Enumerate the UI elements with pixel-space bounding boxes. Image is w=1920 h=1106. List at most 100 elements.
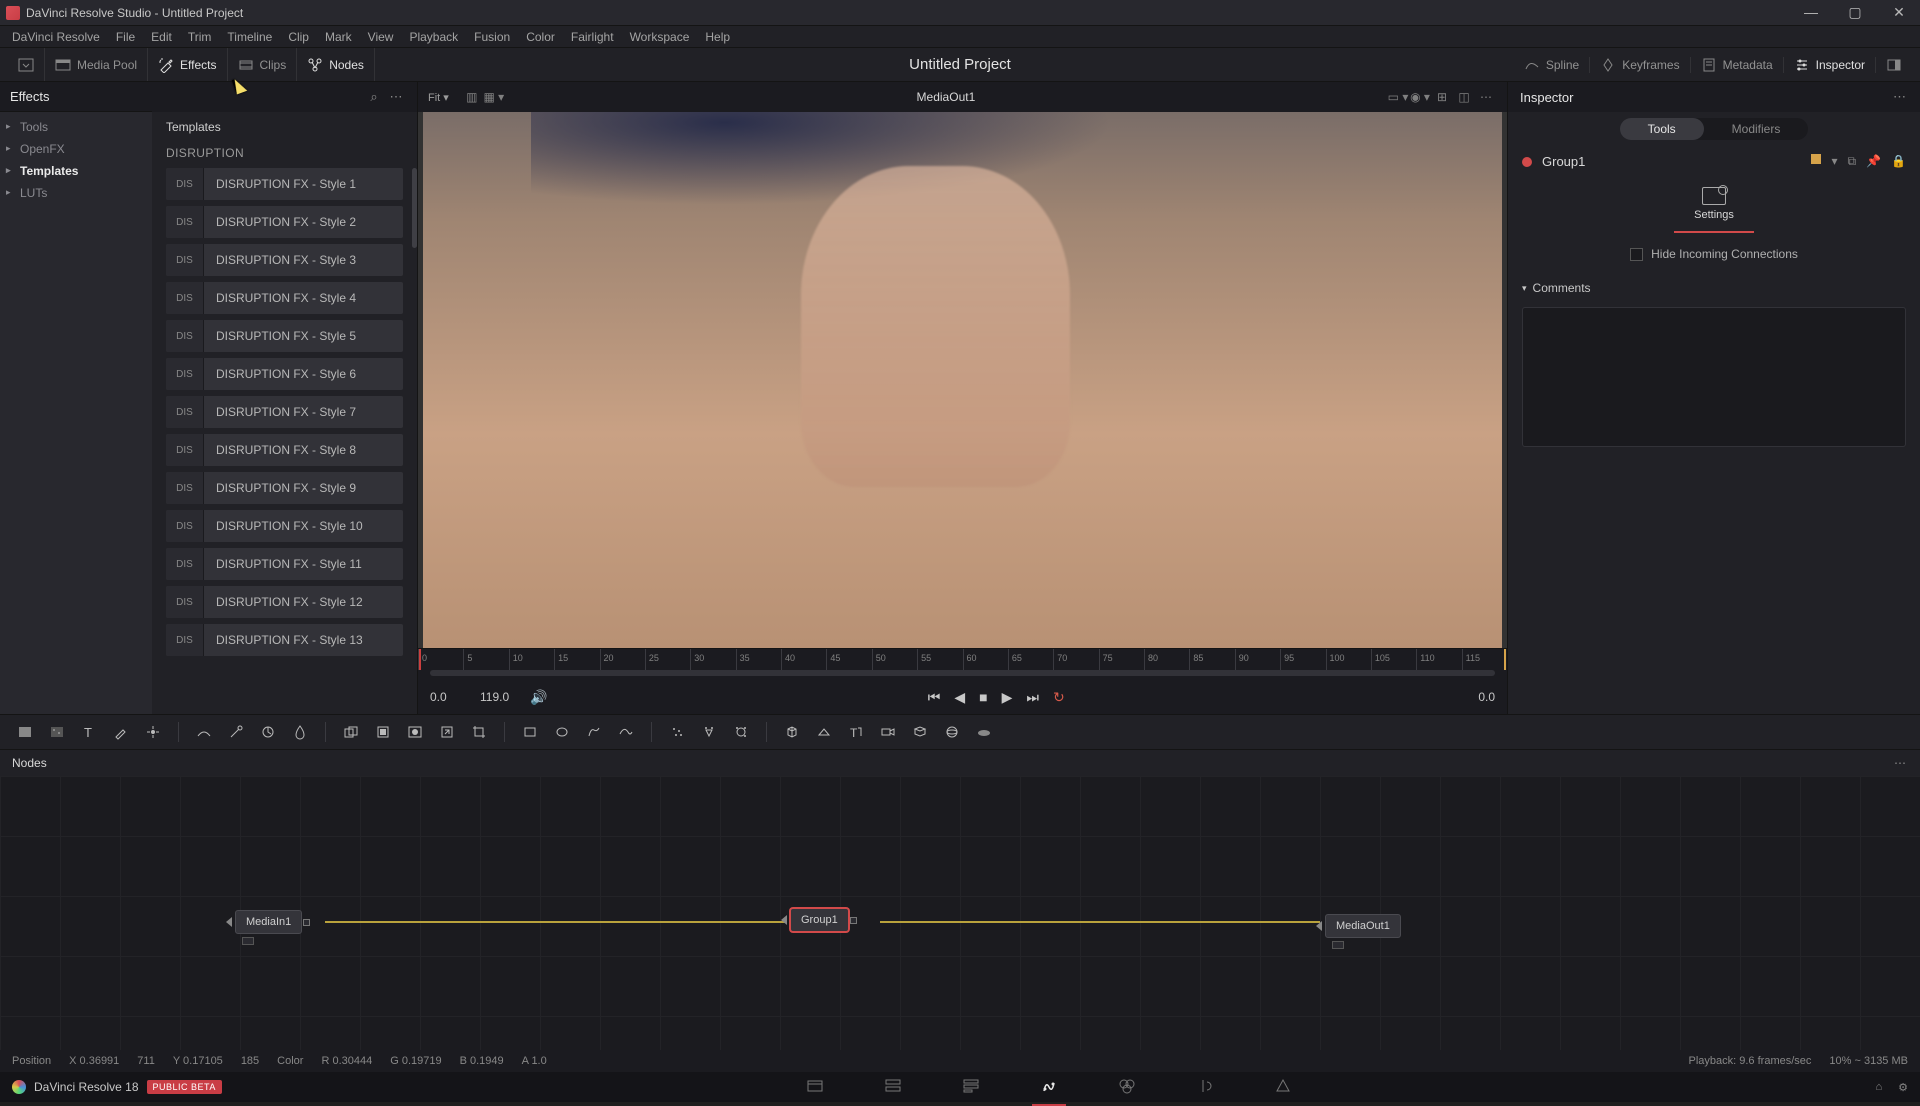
text-tool-icon[interactable]: T [78,721,100,743]
merge-tool-icon[interactable] [340,721,362,743]
viewer-image[interactable] [418,112,1507,648]
time-start[interactable]: 0.0 [430,690,480,704]
viewer-channel-icon[interactable]: ◉ ▾ [1409,90,1431,104]
renderer3d-tool-icon[interactable] [941,721,963,743]
viewer-layout2-icon[interactable]: ▦ ▾ [483,90,505,104]
viewer-split-icon[interactable]: ◫ [1453,90,1475,104]
menu-clip[interactable]: Clip [282,28,315,46]
hue-tool-icon[interactable] [257,721,279,743]
menu-trim[interactable]: Trim [182,28,218,46]
first-frame-button[interactable]: ⏮ [928,689,941,706]
clips-button[interactable]: Clips [238,57,287,73]
fx-item[interactable]: DISDISRUPTION FX - Style 2 [166,206,403,238]
ellipse-mask-icon[interactable] [551,721,573,743]
step-back-button[interactable]: ◀ [954,689,965,706]
nodes-options-icon[interactable]: ⋯ [1894,756,1908,770]
paint-tool-icon[interactable] [110,721,132,743]
resize-tool-icon[interactable] [436,721,458,743]
bspline-mask-icon[interactable] [615,721,637,743]
effects-button[interactable]: Effects [158,57,216,73]
menu-workspace[interactable]: Workspace [624,28,696,46]
menu-fairlight[interactable]: Fairlight [565,28,620,46]
minimize-button[interactable]: — [1796,4,1826,21]
tree-tools[interactable]: ▸Tools [0,116,152,138]
viewer-rect-icon[interactable]: ▭ ▾ [1387,90,1409,104]
node-group1[interactable]: Group1 [790,908,849,932]
keyframes-button[interactable]: Keyframes [1600,57,1679,73]
tracker-tool-icon[interactable] [142,721,164,743]
tab-modifiers[interactable]: Modifiers [1704,118,1809,140]
templates-tab[interactable]: Templates [152,112,417,138]
colorcorrector-tool-icon[interactable] [225,721,247,743]
time-ruler[interactable]: 0 5 10 15 20 25 30 35 40 45 50 55 60 65 … [418,648,1507,670]
lock-icon[interactable]: 🔒 [1891,154,1906,169]
last-frame-button[interactable]: ⏭ [1026,689,1039,706]
prender-tool-icon[interactable] [730,721,752,743]
menu-playback[interactable]: Playback [403,28,464,46]
fx-item[interactable]: DISDISRUPTION FX - Style 3 [166,244,403,276]
maximize-button[interactable]: ▢ [1840,4,1870,21]
rectangle-mask-icon[interactable] [519,721,541,743]
fx-item[interactable]: DISDISRUPTION FX - Style 13 [166,624,403,656]
fit-dropdown[interactable]: Fit ▾ [428,91,449,104]
tree-templates[interactable]: ▸Templates [0,160,152,182]
menu-mark[interactable]: Mark [319,28,358,46]
matte-tool-icon[interactable] [404,721,426,743]
fx-item[interactable]: DISDISRUPTION FX - Style 9 [166,472,403,504]
fx-item[interactable]: DISDISRUPTION FX - Style 4 [166,282,403,314]
metadata-button[interactable]: Metadata [1701,57,1773,73]
close-button[interactable]: ✕ [1884,4,1914,21]
keyframe-icon[interactable] [1811,154,1821,164]
audio-icon[interactable]: 🔊 [530,689,547,706]
selected-node-name[interactable]: Group1 [1542,154,1801,169]
inspector-button[interactable]: Inspector [1794,57,1865,73]
fx-item[interactable]: DISDISRUPTION FX - Style 10 [166,510,403,542]
comments-textarea[interactable] [1522,307,1906,447]
settings-gear-icon[interactable]: ⚙ [1898,1081,1908,1094]
menu-davinci[interactable]: DaVinci Resolve [6,28,106,46]
home-icon[interactable]: ⌂ [1875,1081,1882,1094]
imageplane3d-tool-icon[interactable] [813,721,835,743]
node-mediaout1[interactable]: MediaOut1 [1325,914,1401,938]
menu-edit[interactable]: Edit [145,28,178,46]
search-icon[interactable]: ⌕ [363,89,385,105]
menu-view[interactable]: View [362,28,400,46]
dropdown-icon[interactable] [18,57,34,73]
transform-tool-icon[interactable] [372,721,394,743]
crop-tool-icon[interactable] [468,721,490,743]
polygon-mask-icon[interactable] [583,721,605,743]
fx-item[interactable]: DISDISRUPTION FX - Style 8 [166,434,403,466]
shape3d-tool-icon[interactable] [781,721,803,743]
menu-timeline[interactable]: Timeline [221,28,278,46]
fx-item[interactable]: DISDISRUPTION FX - Style 11 [166,548,403,580]
fx-item[interactable]: DISDISRUPTION FX - Style 7 [166,396,403,428]
time-end[interactable]: 0.0 [1445,690,1495,704]
pemitter-tool-icon[interactable] [698,721,720,743]
play-button[interactable]: ▶ [1002,689,1013,706]
menu-fusion[interactable]: Fusion [468,28,516,46]
background-tool-icon[interactable] [14,721,36,743]
fx-item[interactable]: DISDISRUPTION FX - Style 1 [166,168,403,200]
viewer-more-icon[interactable]: ⋯ [1475,90,1497,104]
tree-luts[interactable]: ▸LUTs [0,182,152,204]
blur-tool-icon[interactable] [289,721,311,743]
viewer-layout-icon[interactable]: ▥ [461,90,483,104]
text3d-tool-icon[interactable]: T [845,721,867,743]
viewer-grid-icon[interactable]: ⊞ [1431,90,1453,104]
stop-button[interactable]: ■ [979,689,987,705]
light-tool-icon[interactable] [973,721,995,743]
node-graph[interactable]: MediaIn1 Group1 MediaOut1 [0,776,1920,1050]
camera3d-tool-icon[interactable] [877,721,899,743]
tree-openfx[interactable]: ▸OpenFX [0,138,152,160]
node-color-dot[interactable] [1522,157,1532,167]
menu-color[interactable]: Color [520,28,561,46]
fx-item[interactable]: DISDISRUPTION FX - Style 6 [166,358,403,390]
hide-incoming-checkbox[interactable] [1630,248,1643,261]
chevron-down-icon[interactable]: ▾ [1831,154,1837,169]
fx-item[interactable]: DISDISRUPTION FX - Style 12 [166,586,403,618]
inspector-options-icon[interactable]: ⋯ [1893,89,1908,105]
fastnoise-tool-icon[interactable] [46,721,68,743]
version-icon[interactable]: ⧉ [1848,154,1857,169]
brightness-tool-icon[interactable] [193,721,215,743]
media-pool-button[interactable]: Media Pool [55,57,137,73]
